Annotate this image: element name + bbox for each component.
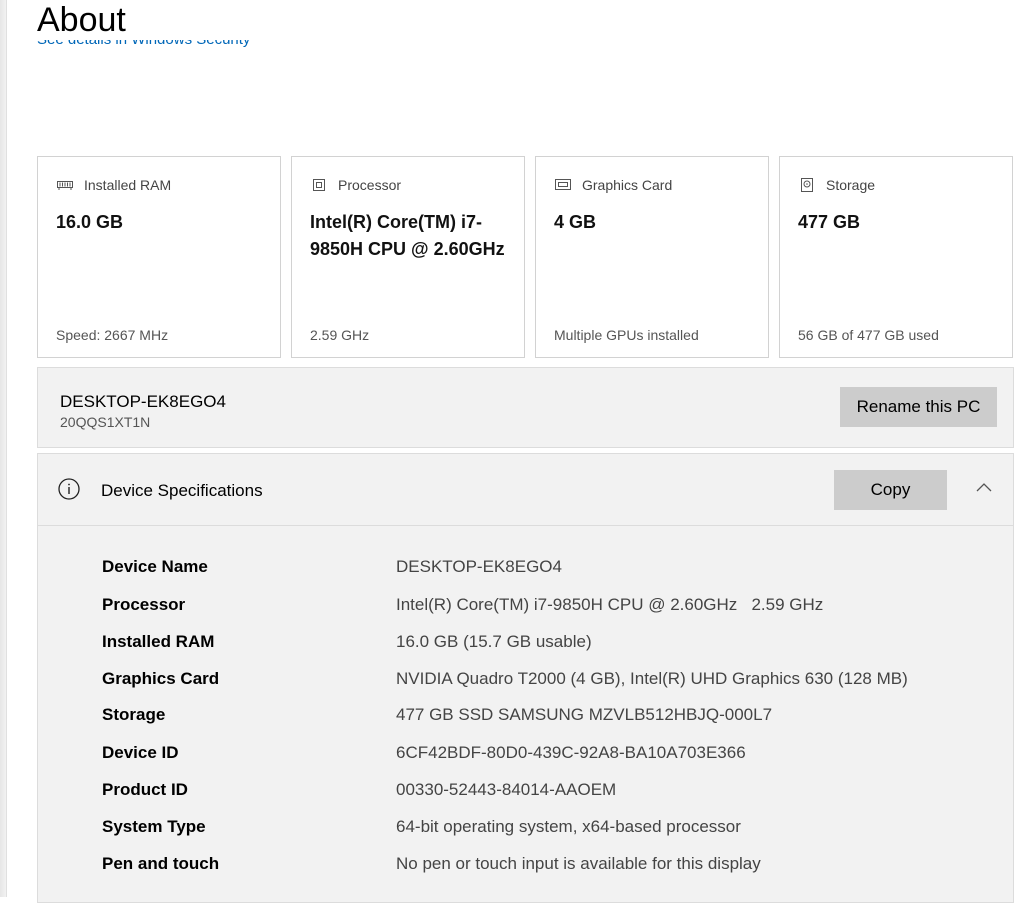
spec-label: Installed RAM — [102, 632, 215, 651]
card-footer: 2.59 GHz — [310, 327, 370, 343]
spec-value: 16.0 GB (15.7 GB usable) — [396, 632, 592, 651]
spec-row-storage: Storage 477 GB SSD SAMSUNG MZVLB512HBJQ-… — [102, 705, 982, 729]
spec-label: Graphics Card — [102, 669, 220, 688]
pc-name: DESKTOP-EK8EGO4 — [60, 392, 226, 411]
card-storage: Storage 477 GB 56 GB of 477 GB used — [779, 156, 1013, 358]
card-processor: Processor Intel(R) Core(TM) i7-9850H CPU… — [291, 156, 525, 358]
device-specifications-header[interactable]: Device Specifications Copy — [38, 454, 1013, 526]
spec-row-system-type: System Type 64-bit operating system, x64… — [102, 817, 982, 841]
spec-row-device-name: Device Name DESKTOP-EK8EGO4 — [102, 557, 982, 581]
info-icon — [58, 478, 80, 500]
spec-value: DESKTOP-EK8EGO4 — [396, 557, 562, 576]
spec-row-product-id: Product ID 00330-52443-84014-AAOEM — [102, 780, 982, 804]
spec-row-installed-ram: Installed RAM 16.0 GB (15.7 GB usable) — [102, 632, 982, 656]
pc-model: 20QQS1XT1N — [60, 414, 151, 430]
card-installed-ram: Installed RAM 16.0 GB Speed: 2667 MHz — [37, 156, 281, 358]
windows-security-link-text[interactable]: See details in Windows Security — [37, 40, 250, 48]
copy-button[interactable]: Copy — [834, 470, 947, 510]
window-left-edge — [0, 0, 7, 897]
card-footer: Speed: 2667 MHz — [56, 327, 169, 343]
spec-value: 00330-52443-84014-AAOEM — [396, 780, 617, 799]
windows-security-link[interactable]: See details in Windows Security — [37, 40, 297, 52]
card-graphics-card: Graphics Card 4 GB Multiple GPUs install… — [535, 156, 769, 358]
summary-cards: Installed RAM 16.0 GB Speed: 2667 MHz Pr… — [37, 156, 1013, 358]
spec-label: Device ID — [102, 743, 179, 762]
spec-label: Device Name — [102, 557, 208, 576]
card-label: Graphics Card — [582, 177, 673, 193]
card-value: 4 GB — [554, 212, 597, 232]
spec-label: Storage — [102, 705, 166, 724]
device-specifications-section: Device Specifications Copy Device Name D… — [37, 453, 1014, 903]
graphics-card-icon — [554, 178, 572, 192]
processor-icon — [310, 178, 328, 192]
device-specifications-title: Device Specifications — [101, 481, 263, 500]
chevron-up-icon[interactable] — [974, 478, 994, 498]
spec-value: 6CF42BDF-80D0-439C-92A8-BA10A703E366 — [396, 743, 746, 762]
spec-label: System Type — [102, 817, 206, 836]
rename-pc-button[interactable]: Rename this PC — [840, 387, 997, 427]
spec-row-processor: Processor Intel(R) Core(TM) i7-9850H CPU… — [102, 595, 982, 619]
card-footer: Multiple GPUs installed — [554, 327, 699, 343]
pc-name-panel: DESKTOP-EK8EGO4 20QQS1XT1N Rename this P… — [37, 367, 1014, 448]
spec-label: Product ID — [102, 780, 188, 799]
spec-row-pen-and-touch: Pen and touch No pen or touch input is a… — [102, 854, 982, 878]
spec-value: NVIDIA Quadro T2000 (4 GB), Intel(R) UHD… — [396, 669, 908, 688]
card-value: 16.0 GB — [56, 212, 124, 232]
card-label: Storage — [826, 177, 876, 193]
spec-value: 477 GB SSD SAMSUNG MZVLB512HBJQ-000L7 — [396, 705, 773, 724]
ram-icon — [56, 178, 74, 192]
spec-label: Processor — [102, 595, 186, 614]
spec-value: Intel(R) Core(TM) i7-9850H CPU @ 2.60GHz… — [396, 595, 824, 614]
card-label: Processor — [338, 177, 402, 193]
card-value: Intel(R) Core(TM) i7-9850H CPU @ 2.60GHz — [310, 212, 505, 259]
page-title: About — [37, 1, 126, 39]
card-footer: 56 GB of 477 GB used — [798, 327, 939, 343]
spec-value: No pen or touch input is available for t… — [396, 854, 761, 873]
storage-icon — [798, 178, 816, 192]
card-value: 477 GB — [798, 212, 861, 232]
card-label: Installed RAM — [84, 177, 172, 193]
spec-row-graphics-card: Graphics Card NVIDIA Quadro T2000 (4 GB)… — [102, 669, 982, 693]
spec-row-device-id: Device ID 6CF42BDF-80D0-439C-92A8-BA10A7… — [102, 743, 982, 767]
spec-value: 64-bit operating system, x64-based proce… — [396, 817, 741, 836]
spec-label: Pen and touch — [102, 854, 220, 873]
